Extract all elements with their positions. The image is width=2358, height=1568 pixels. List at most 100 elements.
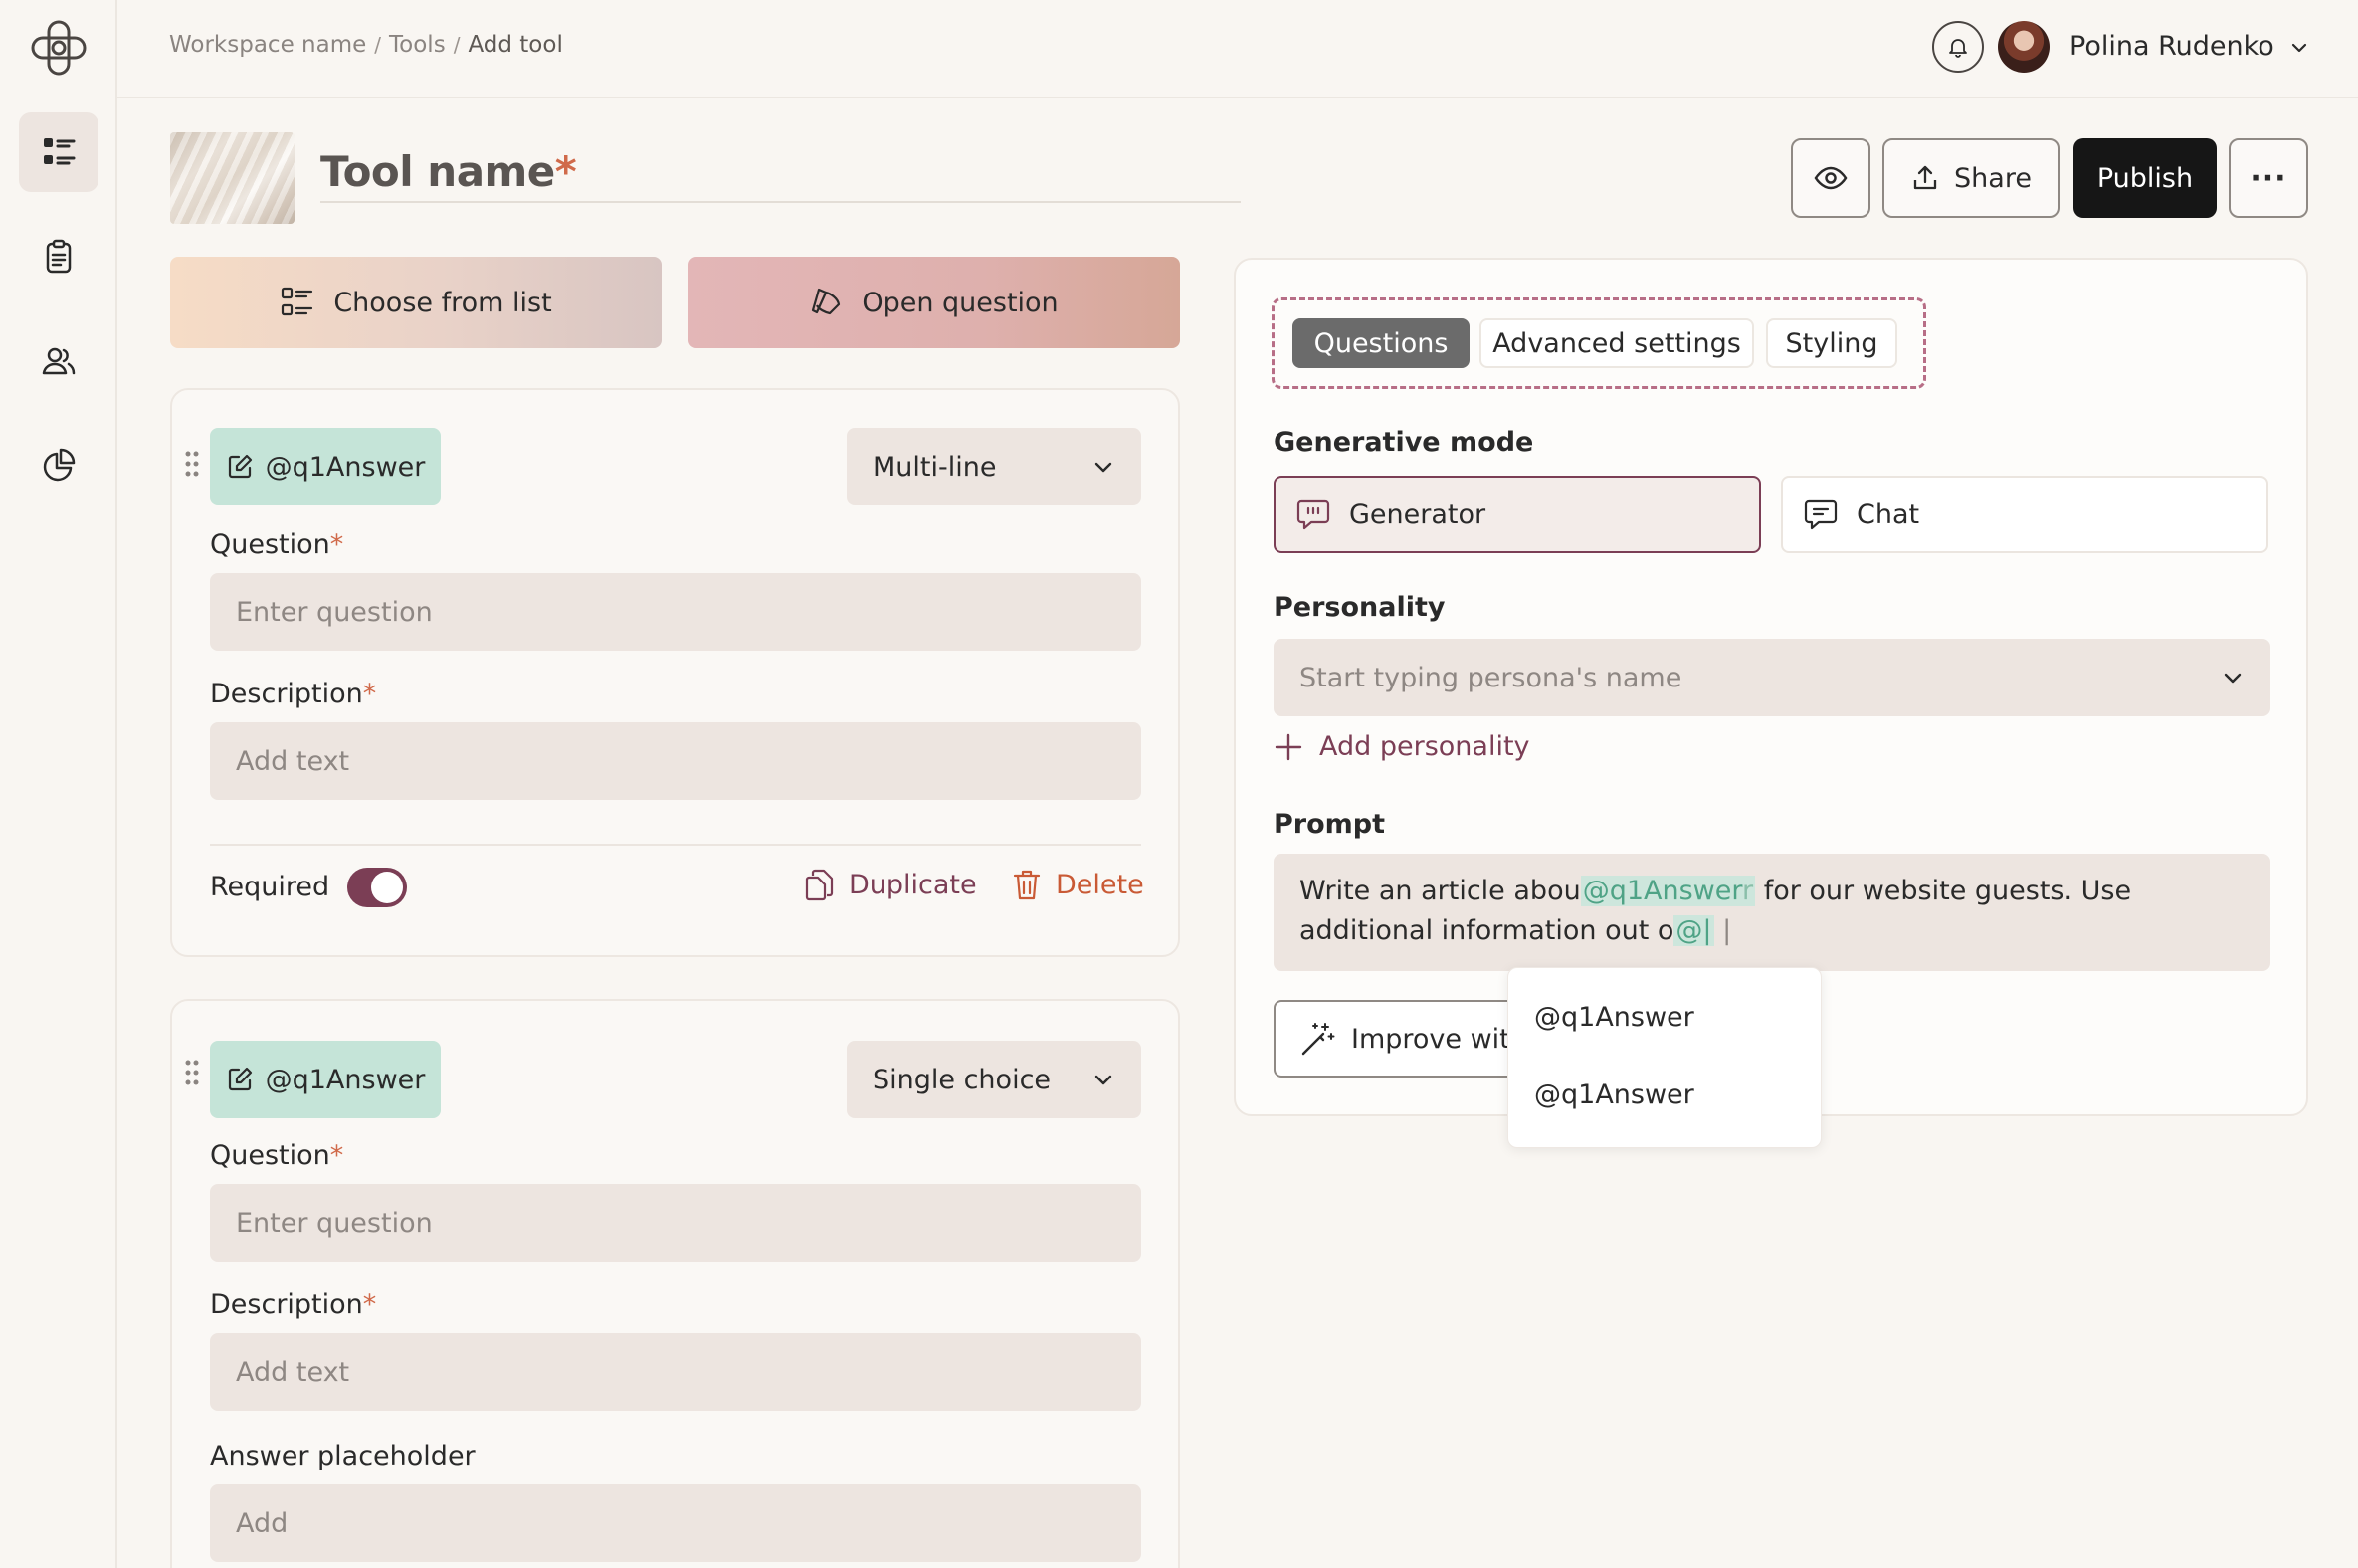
choose-from-list-button[interactable]: Choose from list [170, 257, 662, 348]
copy-icon [805, 869, 834, 901]
mention-option[interactable]: @q1Answer [1534, 1002, 1694, 1033]
improve-label: Improve with [1351, 1023, 1527, 1055]
question-card: @q1Answer Multi-line Question* Enter que… [170, 388, 1180, 957]
preview-button[interactable] [1791, 138, 1870, 218]
list-icon [282, 287, 313, 316]
breadcrumb-separator: / [374, 33, 382, 57]
question-input[interactable]: Enter question [210, 1184, 1141, 1262]
delete-label: Delete [1056, 869, 1144, 900]
notifications-button[interactable] [1932, 21, 1984, 73]
description-label-text: Description [210, 1289, 363, 1320]
variable-name: @q1Answer [265, 451, 426, 483]
prompt-label: Prompt [1274, 809, 1386, 840]
answer-type-value: Single choice [873, 1064, 1052, 1095]
drag-handle-icon[interactable] [184, 450, 200, 478]
tab-styling[interactable]: Styling [1766, 318, 1897, 368]
sidebar [0, 0, 117, 1568]
breadcrumb-separator: / [453, 33, 461, 57]
delete-button[interactable]: Delete [1012, 868, 1144, 901]
nav-analytics[interactable] [19, 426, 98, 505]
variable-chip[interactable]: @q1Answer [210, 428, 441, 505]
required-asterisk: * [329, 529, 344, 560]
question-label-text: Question [210, 1140, 330, 1171]
duplicate-label: Duplicate [849, 869, 977, 900]
nav-tools[interactable] [19, 112, 98, 192]
required-toggle[interactable] [347, 868, 407, 907]
tool-name-text: Tool name [320, 147, 555, 196]
chevron-down-icon [2224, 673, 2242, 684]
answer-placeholder-input[interactable]: Add [210, 1484, 1141, 1562]
mention-dropdown: @q1Answer @q1Answer [1507, 967, 1822, 1148]
generative-mode-label: Generative mode [1274, 427, 1534, 458]
required-label: Required [210, 872, 330, 902]
trash-icon [1013, 870, 1041, 900]
mention-tail: r [1742, 876, 1754, 906]
personality-select[interactable]: Start typing persona's name [1274, 639, 2270, 716]
chevron-down-icon [1094, 462, 1112, 473]
add-personality-label: Add personality [1319, 731, 1530, 762]
required-asterisk: * [554, 147, 577, 196]
pen-icon [812, 288, 841, 315]
users-icon [42, 347, 76, 375]
app-logo-icon[interactable] [29, 18, 89, 78]
mode-generator[interactable]: Generator [1274, 476, 1761, 553]
breadcrumb-tools[interactable]: Tools [389, 32, 446, 58]
required-asterisk: * [362, 679, 377, 709]
add-personality-button[interactable]: Add personality [1274, 731, 1530, 762]
edit-icon [228, 1067, 252, 1091]
description-label: Description* [210, 679, 376, 709]
text-cursor: | [1713, 915, 1732, 946]
question-card: @q1Answer Single choice Question* Enter … [170, 999, 1180, 1568]
tab-bar: Questions Advanced settings Styling [1272, 297, 1926, 389]
variable-chip[interactable]: @q1Answer [210, 1041, 441, 1118]
mention-option[interactable]: @q1Answer [1534, 1079, 1694, 1110]
prompt-textarea[interactable]: Write an article abou@q1Answerr for our … [1274, 854, 2270, 971]
publish-button[interactable]: Publish [2073, 138, 2217, 218]
tool-cover-image[interactable] [170, 132, 295, 224]
personality-label: Personality [1274, 592, 1446, 623]
clipboard-icon [46, 239, 72, 274]
share-label: Share [1954, 162, 2032, 194]
required-asterisk: * [329, 1140, 344, 1171]
mode-generator-label: Generator [1349, 498, 1486, 530]
bell-icon [1949, 39, 1967, 58]
edit-icon [228, 454, 252, 479]
breadcrumb-workspace[interactable]: Workspace name [169, 32, 366, 58]
more-options-button[interactable]: ··· [2229, 138, 2308, 218]
duplicate-button[interactable]: Duplicate [803, 868, 977, 901]
question-label: Question* [210, 529, 343, 560]
mode-chat[interactable]: Chat [1781, 476, 2268, 553]
description-input[interactable]: Add text [210, 722, 1141, 800]
tab-advanced-settings[interactable]: Advanced settings [1479, 318, 1754, 368]
drag-handle-icon[interactable] [184, 1059, 200, 1086]
question-input[interactable]: Enter question [210, 573, 1141, 651]
nav-clipboard[interactable] [19, 217, 98, 296]
tab-questions[interactable]: Questions [1292, 318, 1470, 368]
nav-users[interactable] [19, 321, 98, 401]
open-question-button[interactable]: Open question [688, 257, 1180, 348]
chevron-down-icon [1094, 1075, 1112, 1085]
top-header: Workspace name / Tools / Add tool Polina… [117, 0, 2358, 98]
improve-with-ai-button[interactable]: Improve with [1274, 1000, 1532, 1078]
chat-icon [1804, 499, 1838, 530]
breadcrumb-current: Add tool [468, 32, 563, 58]
card-divider [210, 844, 1141, 846]
tool-name-input[interactable]: Tool name* [320, 147, 1241, 203]
share-button[interactable]: Share [1882, 138, 2060, 218]
choose-from-list-label: Choose from list [333, 287, 552, 318]
question-label-text: Question [210, 529, 330, 560]
description-label-text: Description [210, 679, 363, 709]
prompt-mention: @q1Answerr [1580, 876, 1756, 906]
message-dots-icon [1296, 499, 1330, 530]
answer-type-select[interactable]: Multi-line [847, 428, 1141, 505]
description-label: Description* [210, 1289, 376, 1320]
avatar[interactable] [1998, 21, 2050, 73]
upload-icon [1913, 165, 1937, 190]
prompt-text: Write an article abou [1299, 876, 1581, 906]
eye-icon [1814, 166, 1848, 190]
answer-type-value: Multi-line [873, 451, 997, 483]
answer-type-select[interactable]: Single choice [847, 1041, 1141, 1118]
user-name[interactable]: Polina Rudenko [2069, 31, 2274, 62]
chevron-down-icon[interactable] [2289, 38, 2309, 58]
description-input[interactable]: Add text [210, 1333, 1141, 1411]
